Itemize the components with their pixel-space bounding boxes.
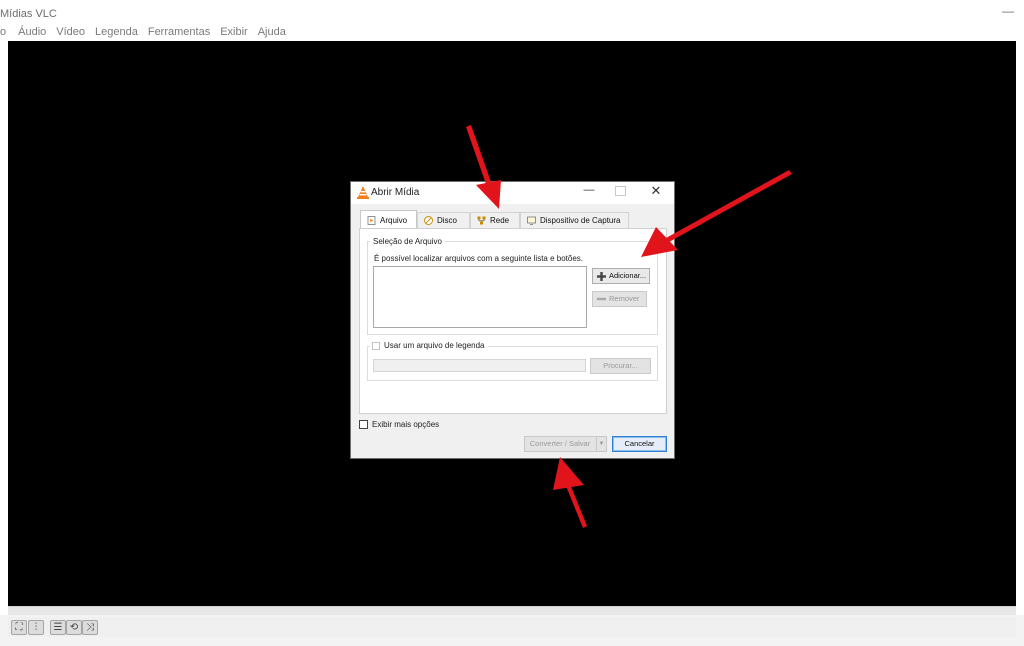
plus-icon [597, 272, 606, 281]
capture-device-icon [527, 216, 536, 226]
file-selection-label: Seleção de Arquivo [370, 237, 445, 246]
disc-icon [424, 216, 433, 226]
menu-media[interactable]: o [0, 26, 6, 42]
convert-dropdown-arrow[interactable]: ▼ [596, 436, 607, 452]
window-minimize-button[interactable]: — [1000, 3, 1016, 19]
tab-label: Rede [490, 216, 510, 225]
remove-button[interactable]: Remover [592, 291, 647, 307]
file-list[interactable] [373, 266, 587, 328]
file-selection-description: É possível localizar arquivos com a segu… [374, 254, 583, 263]
tab-label: Dispositivo de Captura [540, 216, 621, 225]
menu-help[interactable]: Ajuda [258, 26, 286, 42]
menu-tools[interactable]: Ferramentas [148, 26, 210, 42]
minus-icon [597, 297, 606, 301]
menu-bar: o Áudio Vídeo Legenda Ferramentas Exibir… [0, 26, 296, 42]
open-media-dialog: Abrir Mídia — ✕ Arquivo Disco Rede Dispo… [350, 181, 675, 459]
subtitle-option[interactable]: Usar um arquivo de legenda [370, 341, 488, 350]
vlc-cone-icon [357, 186, 369, 199]
menu-audio[interactable]: Áudio [18, 26, 46, 42]
dialog-title: Abrir Mídia [371, 187, 420, 198]
file-icon [367, 216, 376, 226]
convert-save-button[interactable]: Converter / Salvar [524, 436, 606, 452]
equalizer-icon[interactable]: ⫶ [28, 620, 44, 635]
tab-disco[interactable]: Disco [417, 212, 470, 228]
tab-rede[interactable]: Rede [470, 212, 520, 228]
playlist-icon[interactable]: ☰ [50, 620, 66, 635]
menu-video[interactable]: Vídeo [56, 26, 85, 42]
controls-toolbar [8, 617, 1016, 637]
cancel-button[interactable]: Cancelar [612, 436, 667, 452]
loop-icon[interactable]: ⟲ [66, 620, 82, 635]
tab-dispositivo-de-captura[interactable]: Dispositivo de Captura [520, 212, 629, 228]
tab-arquivo[interactable]: Arquivo [360, 210, 417, 229]
subtitle-path-field [373, 359, 586, 372]
menu-subtitle[interactable]: Legenda [95, 26, 138, 42]
more-options-checkbox[interactable] [359, 420, 368, 429]
add-button-label: Adicionar... [609, 271, 647, 280]
more-options-label: Exibir mais opções [372, 420, 440, 429]
dialog-maximize-button [615, 186, 626, 196]
tab-label: Arquivo [380, 216, 408, 225]
network-icon [477, 216, 486, 225]
window-title: Mídias VLC [0, 8, 57, 20]
shuffle-icon[interactable]: ⤨ [82, 620, 98, 635]
add-button[interactable]: Adicionar... [592, 268, 650, 284]
remove-button-label: Remover [609, 294, 640, 303]
menu-view[interactable]: Exibir [220, 26, 248, 42]
tab-label: Disco [437, 216, 458, 225]
dialog-minimize-button[interactable]: — [581, 184, 597, 196]
fullscreen-icon[interactable]: ⛶ [11, 620, 27, 635]
subtitle-checkbox[interactable] [372, 341, 380, 350]
subtitle-checkbox-label: Usar um arquivo de legenda [384, 341, 485, 350]
dialog-close-button[interactable]: ✕ [648, 183, 664, 199]
browse-button[interactable]: Procurar... [590, 358, 651, 374]
